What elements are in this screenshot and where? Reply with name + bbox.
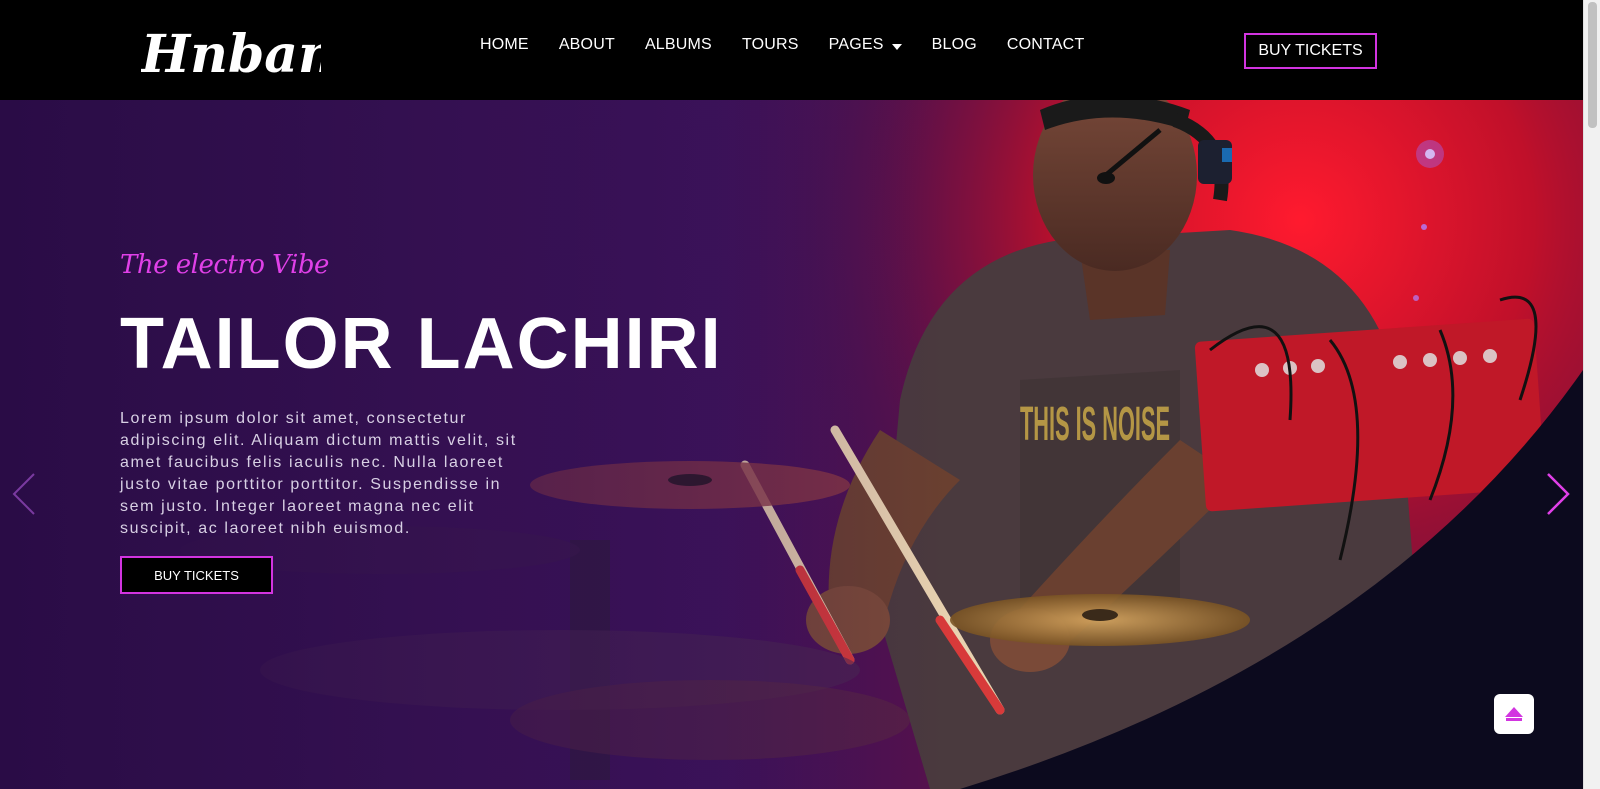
nav-label: BLOG [931,36,977,53]
nav-item-albums[interactable]: ALBUMS [645,36,712,54]
nav-item-pages[interactable]: PAGES [829,36,902,54]
nav-label: ALBUMS [644,36,712,53]
arrow-up-bar [1506,718,1522,721]
hero-tagline: The electro Vibe [120,250,329,280]
nav-item-contact[interactable]: CONTACT [1007,36,1085,54]
site-header: Hnband HOME ABOUT ALBUMS TOURS PAGES BLO… [0,0,1583,100]
nav-label: TOURS [741,36,799,53]
nav-item-home[interactable]: HOME [480,36,529,54]
scrollbar-thumb[interactable] [1588,2,1597,128]
nav-label: ABOUT [558,36,615,53]
arrow-up-icon [1505,707,1523,717]
nav-label: HOME [480,36,529,53]
back-to-top-button[interactable] [1494,694,1534,734]
hero-slider: THIS IS NOISE The electro Vibe TAILOR LA… [0,100,1583,789]
hero-buy-tickets-button[interactable]: BUY TICKETS [120,556,273,594]
nav-label: PAGES [828,36,884,53]
hero-content: The electro Vibe TAILOR LACHIRI Lorem ip… [120,250,820,594]
nav-item-blog[interactable]: BLOG [932,36,977,54]
header-buy-tickets-button[interactable]: BUY TICKETS [1244,33,1377,69]
logo-mark: Hnband [139,24,372,85]
svg-text:THIS IS NOISE: THIS IS NOISE [1020,398,1170,451]
main-nav: HOME ABOUT ALBUMS TOURS PAGES BLOG CONTA… [480,36,1114,54]
page-scrollbar[interactable] [1583,0,1600,789]
nav-item-tours[interactable]: TOURS [742,36,799,54]
chevron-left-icon[interactable] [10,470,38,523]
hero-title: TAILOR LACHIRI [120,304,723,384]
nav-item-about[interactable]: ABOUT [559,36,615,54]
caret-down-icon [891,43,902,50]
svg-text:Hnband: Hnband [141,24,321,84]
chevron-right-icon[interactable] [1544,470,1572,523]
hero-description: Lorem ipsum dolor sit amet, consectetur … [120,410,517,537]
logo[interactable]: Hnband [139,14,372,85]
page: Hnband HOME ABOUT ALBUMS TOURS PAGES BLO… [0,0,1583,789]
nav-label: CONTACT [1006,36,1085,53]
